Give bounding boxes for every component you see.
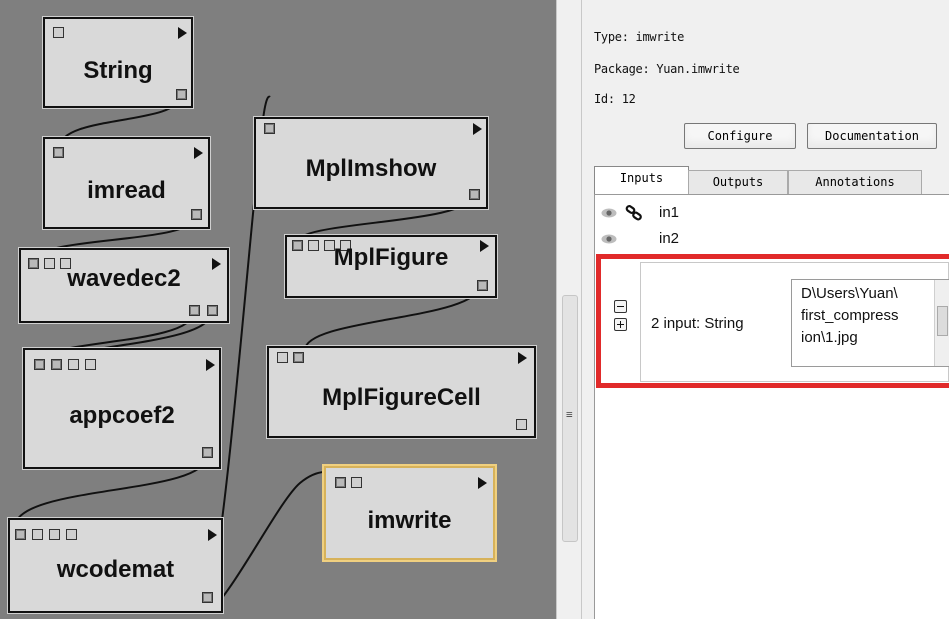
output-port[interactable] bbox=[202, 447, 213, 458]
input-port[interactable] bbox=[277, 352, 288, 363]
tab-outputs[interactable]: Outputs bbox=[688, 170, 788, 194]
play-arrow-icon bbox=[478, 477, 487, 489]
input-port[interactable] bbox=[293, 352, 304, 363]
module-title: MplImshow bbox=[305, 155, 437, 182]
input-port[interactable] bbox=[68, 359, 79, 370]
tab-annotations[interactable]: Annotations bbox=[788, 170, 922, 194]
module-imread[interactable]: imread bbox=[43, 137, 210, 229]
module-wavedec2[interactable]: wavedec2 bbox=[19, 248, 229, 323]
output-port[interactable] bbox=[469, 189, 480, 200]
splitter-handle[interactable]: ≡ bbox=[562, 295, 578, 542]
input-port[interactable] bbox=[351, 477, 362, 488]
module-string[interactable]: String bbox=[43, 17, 193, 108]
port-name: in2 bbox=[659, 230, 680, 247]
play-arrow-icon bbox=[518, 352, 527, 364]
module-title: imread bbox=[87, 177, 166, 204]
configure-button[interactable]: Configure bbox=[684, 123, 796, 149]
module-appcoef2[interactable]: appcoef2 bbox=[23, 348, 221, 469]
input-port[interactable] bbox=[34, 359, 45, 370]
splitter[interactable]: ≡ bbox=[556, 0, 582, 619]
eye-icon[interactable] bbox=[601, 234, 617, 244]
input-port[interactable] bbox=[335, 477, 346, 488]
input-port[interactable] bbox=[15, 529, 26, 540]
module-title: MplFigure bbox=[333, 244, 449, 271]
chain-link-icon bbox=[625, 205, 642, 221]
play-arrow-icon bbox=[178, 27, 187, 39]
output-port[interactable] bbox=[189, 305, 200, 316]
module-mplfigurecell[interactable]: MplFigureCell bbox=[267, 346, 536, 438]
module-mplfigure[interactable]: MplFigure bbox=[285, 235, 497, 298]
wire-wcodemat-imwrite bbox=[211, 470, 341, 611]
grip-icon: ≡ bbox=[566, 408, 573, 421]
play-arrow-icon bbox=[206, 359, 215, 371]
play-arrow-icon bbox=[194, 147, 203, 159]
module-title: wcodemat bbox=[56, 556, 175, 583]
output-port[interactable] bbox=[207, 305, 218, 316]
eye-icon[interactable] bbox=[601, 208, 617, 218]
module-mplimshow[interactable]: MplImshow bbox=[254, 117, 488, 209]
output-port[interactable] bbox=[477, 280, 488, 291]
play-arrow-icon bbox=[208, 529, 217, 541]
input-port[interactable] bbox=[53, 27, 64, 38]
highlight-box bbox=[596, 254, 949, 388]
input-port[interactable] bbox=[53, 147, 64, 158]
input-port[interactable] bbox=[66, 529, 77, 540]
port-row-in1[interactable]: in1 bbox=[595, 203, 949, 225]
module-title: wavedec2 bbox=[67, 265, 181, 292]
play-arrow-icon bbox=[473, 123, 482, 135]
module-title: imwrite bbox=[367, 507, 452, 534]
tab-inputs[interactable]: Inputs bbox=[594, 166, 689, 195]
port-name: in1 bbox=[659, 204, 680, 221]
documentation-button[interactable]: Documentation bbox=[807, 123, 937, 149]
input-port[interactable] bbox=[51, 359, 62, 370]
module-wcodemat[interactable]: wcodemat bbox=[8, 518, 223, 613]
module-title: appcoef2 bbox=[69, 402, 175, 429]
module-id: Id: 12 bbox=[594, 92, 636, 106]
module-title: String bbox=[83, 57, 153, 84]
module-package: Package: Yuan.imwrite bbox=[594, 62, 740, 76]
input-port[interactable] bbox=[85, 359, 96, 370]
output-port[interactable] bbox=[516, 419, 527, 430]
module-title: MplFigureCell bbox=[322, 384, 481, 411]
module-imwrite[interactable]: imwrite bbox=[324, 466, 495, 560]
input-port[interactable] bbox=[49, 529, 60, 540]
module-type: Type: imwrite bbox=[594, 30, 685, 44]
output-port[interactable] bbox=[176, 89, 187, 100]
output-port[interactable] bbox=[191, 209, 202, 220]
output-port[interactable] bbox=[202, 592, 213, 603]
input-port[interactable] bbox=[264, 123, 275, 134]
port-row-in2[interactable]: in2 bbox=[595, 229, 949, 251]
pipeline-canvas[interactable]: String imread wavedec2 appcoef2 wcodemat… bbox=[0, 0, 556, 619]
input-port[interactable] bbox=[32, 529, 43, 540]
